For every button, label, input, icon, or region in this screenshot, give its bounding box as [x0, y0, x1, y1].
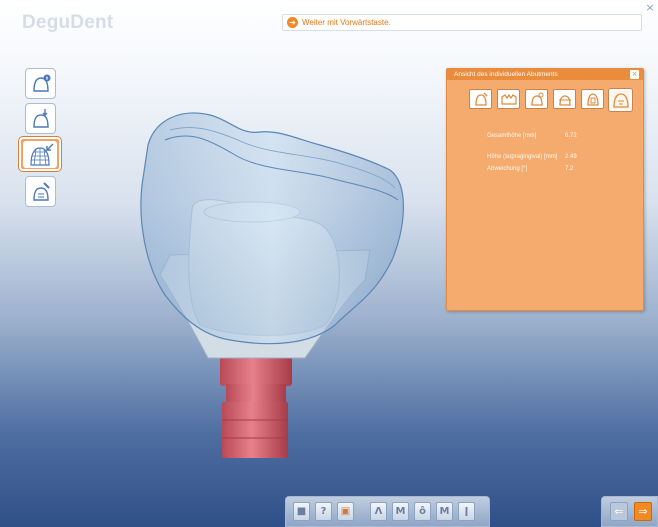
mesh-crown-icon [30, 143, 54, 166]
instruction-bar: ➜ Weiter mit Vorwärtstaste. [282, 14, 642, 31]
crown-down-icon [32, 108, 49, 128]
implant-view-icon[interactable]: ǀ [458, 502, 475, 521]
print-icon[interactable]: ▣ [337, 502, 354, 521]
forward-arrow-icon[interactable]: ⇒ [634, 502, 652, 521]
abutment-view-panel: Ansicht des individuellen Abutments × Ge… [446, 68, 644, 311]
param-value-deviation: 7.2 [565, 166, 574, 172]
abutment-tool-5-icon[interactable] [581, 89, 604, 109]
abutment-tool-6-icon[interactable] [609, 89, 632, 111]
mesh-crown-button[interactable] [19, 137, 61, 171]
crown-info-icon [32, 74, 50, 92]
panel-title-bar: Ansicht des individuellen Abutments × [447, 69, 643, 80]
back-arrow-icon[interactable]: ⇐ [610, 502, 628, 521]
param-value-supragingival-height: 2.49 [565, 154, 577, 160]
abutment-3d-model[interactable] [130, 100, 420, 468]
abutment-tool-3-icon[interactable] [525, 89, 548, 109]
panel-tools [469, 89, 632, 111]
crown-edit-icon [32, 181, 50, 201]
panel-close-icon[interactable]: × [630, 70, 639, 79]
tooth-view-icon[interactable]: ô [414, 502, 431, 521]
abutment-tool-2-icon[interactable] [497, 89, 520, 109]
implant-body [220, 356, 292, 458]
param-label-total-height: Gesamthöhe [mm] [487, 133, 537, 139]
arch-view-icon[interactable]: M [392, 502, 409, 521]
crown-edit-button[interactable] [25, 176, 56, 207]
navigation-bar: ⇐ ⇒ [601, 496, 658, 527]
crown-transparent [140, 112, 404, 345]
crown-down-button[interactable] [25, 103, 56, 134]
crown-info-button[interactable] [25, 68, 56, 99]
crown-view-icon[interactable]: M [436, 502, 453, 521]
panel-title: Ansicht des individuellen Abutments [454, 71, 558, 78]
help-icon[interactable]: ? [315, 502, 332, 521]
arrow-right-circle-icon: ➜ [287, 17, 298, 28]
window-close-icon[interactable]: × [645, 2, 655, 13]
instruction-text: Weiter mit Vorwärtstaste. [302, 18, 391, 27]
param-value-total-height: 6.72 [565, 133, 577, 139]
app-logo: DeguDent [22, 12, 114, 33]
param-label-deviation: Abweichung [°] [487, 166, 528, 172]
save-icon[interactable]: ■ [293, 502, 310, 521]
bottom-toolbar: ■ ? ▣ Ʌ M ô M ǀ [285, 496, 490, 527]
param-label-supragingival-height: Höhe (supragingival) [mm] [487, 154, 558, 160]
abutment-tool-1-icon[interactable] [469, 89, 492, 109]
abutment-view-icon[interactable]: Ʌ [370, 502, 387, 521]
abutment-tool-4-icon[interactable] [553, 89, 576, 109]
